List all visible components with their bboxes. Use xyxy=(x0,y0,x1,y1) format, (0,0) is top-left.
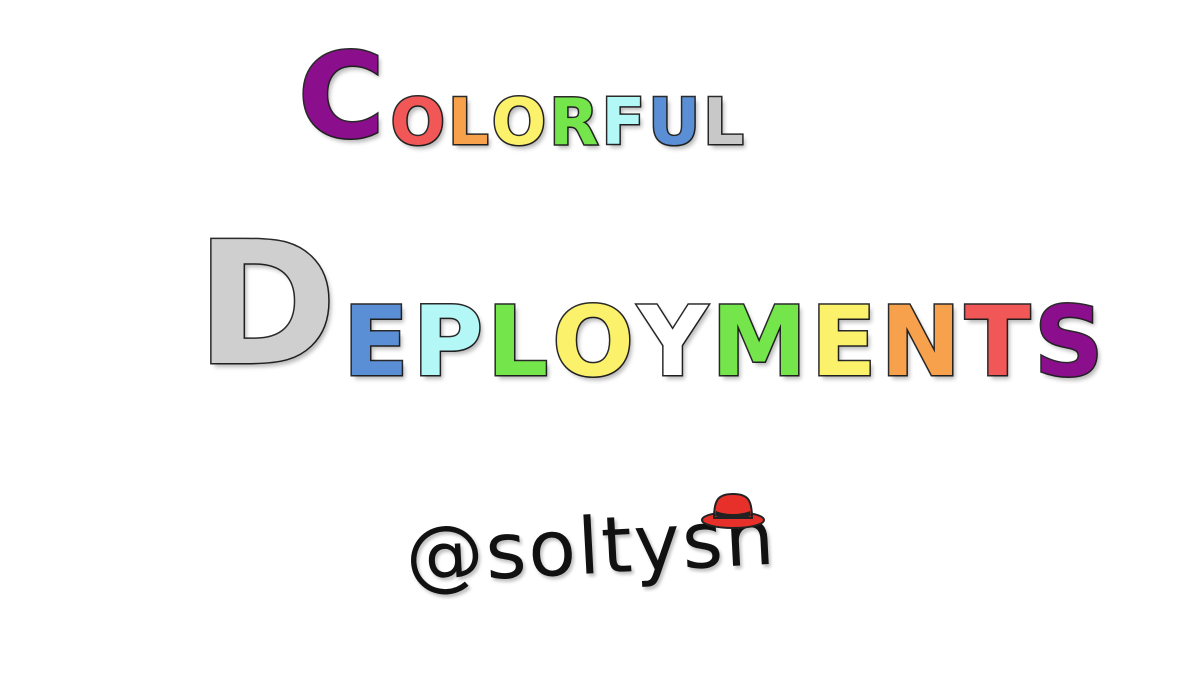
red-hat-icon xyxy=(701,492,765,529)
deployments-letter-5: Y xyxy=(636,286,708,398)
deployments-letter-7: E xyxy=(809,286,878,398)
colorful-letter-1: O xyxy=(389,86,446,160)
deployments-letter-10: S xyxy=(1033,286,1105,398)
deployments-letter-6: M xyxy=(710,286,809,398)
deployments-letter-8: N xyxy=(879,286,962,398)
title-line-colorful: COLORFUL xyxy=(297,27,747,165)
deployments-letter-2: P xyxy=(411,286,484,398)
deployments-letter-1: E xyxy=(342,286,411,398)
colorful-letter-3: O xyxy=(490,86,547,160)
deployments-letter-4: O xyxy=(551,286,636,398)
deployments-letter-9: T xyxy=(963,286,1032,398)
colorful-letter-5: F xyxy=(600,86,647,160)
colorful-letter-6: U xyxy=(647,86,702,160)
colorful-letter-4: R xyxy=(548,86,600,160)
title-line-deployments: DEPLOYMENTS xyxy=(194,219,1107,398)
colorful-letter-0: C xyxy=(297,27,387,165)
deployments-letter-3: L xyxy=(486,286,550,398)
colorful-letter-7: L xyxy=(702,86,746,160)
deployments-letter-0: D xyxy=(194,206,338,404)
colorful-letter-2: L xyxy=(447,86,491,160)
